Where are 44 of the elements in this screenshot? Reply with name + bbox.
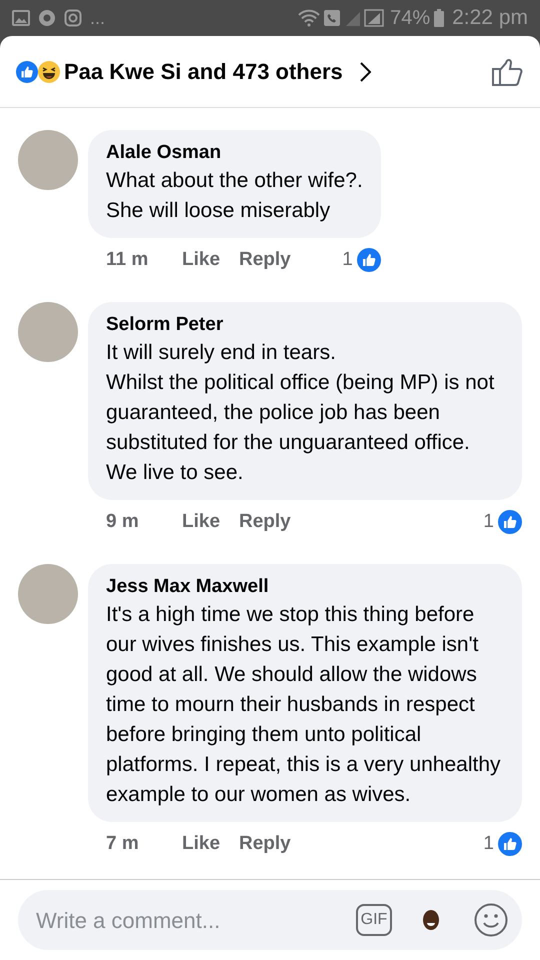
wifi-icon bbox=[298, 9, 320, 27]
comment-time: 11 m bbox=[106, 248, 150, 272]
clock-time: 2:22 pm bbox=[452, 5, 528, 32]
comment-author[interactable]: Selorm Peter bbox=[106, 312, 504, 338]
comment-author[interactable]: Jess Max Maxwell bbox=[106, 574, 504, 600]
comment-text: It will surely end in tears. bbox=[106, 340, 337, 366]
like-reaction-icon bbox=[356, 248, 381, 272]
comment-text: What about the other wife?. bbox=[106, 168, 363, 194]
like-link[interactable]: Like bbox=[182, 508, 239, 536]
reaction-count: 1 bbox=[342, 248, 353, 272]
like-reaction-icon bbox=[16, 60, 38, 82]
reaction-count: 1 bbox=[483, 510, 494, 534]
like-reaction-icon bbox=[498, 832, 522, 856]
comment-text: Whilst the political office (being MP) is not guaranteed, the police job has been substituted for the unguaranteed office. bbox=[106, 370, 496, 456]
avatar-sticker-icon[interactable] bbox=[422, 909, 440, 931]
reply-link[interactable]: Reply bbox=[239, 830, 291, 858]
comment-text: She will loose miserably bbox=[106, 198, 332, 224]
call-icon bbox=[324, 10, 340, 26]
signal-icon bbox=[344, 9, 386, 27]
thumbs-up-icon[interactable] bbox=[492, 56, 524, 86]
reactions-summary-link[interactable]: Paa Kwe Si and 473 others bbox=[16, 55, 371, 88]
comment-time: 9 m bbox=[106, 510, 140, 534]
laughing-emoji-icon bbox=[38, 60, 60, 82]
comment-text: We live to see. bbox=[106, 460, 244, 486]
battery-icon bbox=[434, 9, 444, 27]
reply-link[interactable]: Reply bbox=[239, 246, 291, 274]
like-link[interactable]: Like bbox=[182, 246, 239, 274]
comment-time: 7 m bbox=[106, 832, 140, 856]
comment-input-field[interactable]: Write a comment... GIF bbox=[18, 890, 522, 950]
comment-author[interactable]: Alale Osman bbox=[106, 140, 363, 166]
comment-input[interactable]: Write a comment... bbox=[36, 904, 348, 936]
camera-icon bbox=[64, 9, 82, 27]
reply-link[interactable]: Reply bbox=[239, 508, 291, 536]
like-link[interactable]: Like bbox=[182, 830, 239, 858]
gif-button[interactable]: GIF bbox=[356, 904, 392, 936]
chevron-right-icon bbox=[358, 62, 371, 82]
like-reaction-icon bbox=[498, 510, 522, 534]
battery-percent: 74% bbox=[390, 6, 430, 31]
more-notifications: ... bbox=[90, 9, 106, 27]
comment-text: It's a high time we stop this thing before our wives finishes us. This example isn't good at all. We should allow the widows time to mourn their husbands in respect before bringing them unto political platforms. I repeat, this is a very unhealthy example to our women as wives. bbox=[106, 602, 502, 808]
reaction-count: 1 bbox=[483, 832, 494, 856]
smiley-icon[interactable] bbox=[474, 903, 508, 937]
gallery-icon bbox=[12, 10, 30, 26]
browser-icon bbox=[38, 9, 56, 27]
